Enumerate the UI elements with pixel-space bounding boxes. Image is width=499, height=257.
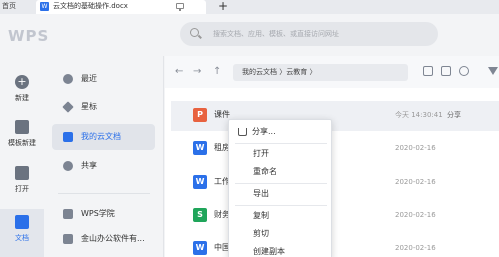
academy-icon [63,209,73,219]
folder-icon [15,166,29,180]
rail-item-open[interactable]: 打开 [0,160,44,200]
menu-item-rename[interactable]: 重命名 [229,163,333,181]
file-row[interactable]: P 课件 今天 14:30:41 分享 [171,101,499,131]
ppt-file-icon: P [193,108,207,122]
menu-item-export[interactable]: 导出 [229,185,333,203]
nav-item-label: 共享 [81,161,97,170]
file-date: 2020-02-16 [395,178,436,186]
nav-item-recent[interactable]: 最近 [52,66,155,92]
filter-icon[interactable] [488,67,498,75]
up-button[interactable]: ↑ [213,66,221,78]
nav-item-label: 星标 [81,102,97,111]
left-rail: + 新建 模板新建 打开 文档 [0,56,44,257]
forward-button[interactable]: → [193,66,201,78]
menu-separator [235,205,327,206]
company-icon [63,234,73,244]
word-file-icon: W [193,241,207,255]
header: WPS 搜索文档、应用、模板、或直接访问网址 [0,14,499,56]
nav-item-wps-academy[interactable]: WPS学院 [52,201,155,227]
file-row[interactable]: S 财务 2020-02-16 [171,201,499,231]
search-input[interactable]: 搜索文档、应用、模板、或直接访问网址 [213,29,339,39]
nav-item-company[interactable]: 金山办公软件有... [52,226,155,252]
rail-item-label: 新建 [15,94,29,102]
word-file-icon: W [193,175,207,189]
star-icon [62,101,74,113]
rail-item-label: 打开 [15,185,29,193]
menu-item-duplicate[interactable]: 创建副本 [229,243,333,257]
menu-item-label: 分享... [252,127,276,136]
nav-item-label: WPS学院 [81,209,115,218]
wps-logo: WPS [8,27,50,45]
secondary-nav: 最近 星标 我的云文档 共享 WPS学院 金山办公软件有... [44,56,164,257]
word-file-icon: W [193,141,207,155]
new-file-icon[interactable] [423,66,433,76]
file-toolbar: ← → ↑ 我的云文档 〉云教育 〉 [165,56,499,88]
nav-item-label: 最近 [81,74,97,83]
clock-icon [63,74,73,84]
menu-separator [235,143,327,144]
nav-divider [58,193,150,194]
new-tab-button[interactable]: + [218,0,228,12]
nav-item-label: 金山办公软件有... [81,234,145,243]
template-icon [15,120,29,134]
upload-icon[interactable] [441,66,451,76]
menu-item-share[interactable]: 分享... [229,123,333,141]
word-doc-icon: W [40,2,49,11]
file-date: 2020-02-16 [395,244,436,252]
refresh-icon[interactable] [459,66,469,76]
plus-circle-icon: + [15,75,29,89]
nav-item-label: 我的云文档 [81,132,121,141]
file-row[interactable]: W 中国 2020-02-16 [171,234,499,257]
tab-bar: 首页 W 云文档的基础操作.docx + [0,0,499,14]
rail-item-label: 文档 [15,234,29,242]
document-icon [15,215,29,229]
search-icon [190,28,199,37]
cloud-icon [63,132,73,142]
nav-item-my-cloud-docs[interactable]: 我的云文档 [52,124,155,150]
rail-item-template[interactable]: 模板新建 [0,114,44,154]
tab-document[interactable]: W 云文档的基础操作.docx [36,0,206,14]
people-icon [63,161,73,171]
back-button[interactable]: ← [175,66,183,78]
file-date: 2020-02-16 [395,144,436,152]
file-date: 今天 14:30:41 [395,111,443,119]
share-icon [238,128,247,136]
context-menu: 分享... 打开 重命名 导出 复制 剪切 创建副本 [228,119,332,257]
sheet-file-icon: S [193,208,207,222]
rail-item-label: 模板新建 [8,139,36,147]
menu-item-copy[interactable]: 复制 [229,207,333,225]
menu-item-open[interactable]: 打开 [229,145,333,163]
nav-item-starred[interactable]: 星标 [52,94,155,120]
file-row[interactable]: W 租房 2020-02-16 [171,134,499,164]
tab-home[interactable]: 首页 [0,0,30,14]
search-bar[interactable]: 搜索文档、应用、模板、或直接访问网址 [180,22,438,46]
rail-item-documents[interactable]: 文档 [0,209,44,257]
menu-separator [235,183,327,184]
file-date: 2020-02-16 [395,211,436,219]
file-row[interactable]: W 工作 2020-02-16 [171,168,499,198]
monitor-icon[interactable] [176,3,184,11]
nav-item-shared[interactable]: 共享 [52,153,155,179]
menu-item-cut[interactable]: 剪切 [229,225,333,243]
tab-document-title: 云文档的基础操作.docx [53,2,128,10]
share-link[interactable]: 分享 [447,109,461,121]
rail-item-new[interactable]: + 新建 [0,69,44,109]
breadcrumb[interactable]: 我的云文档 〉云教育 〉 [233,64,408,81]
